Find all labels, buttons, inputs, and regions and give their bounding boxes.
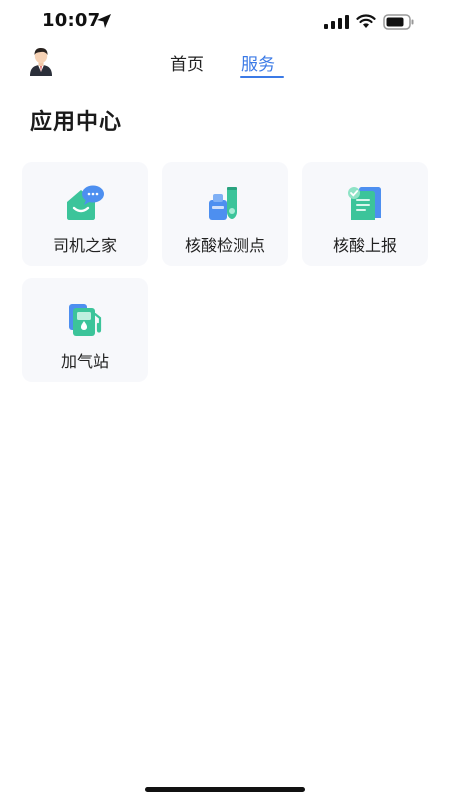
app-label: 司机之家	[52, 236, 117, 255]
app-label: 核酸检测点	[184, 236, 265, 255]
location-arrow-icon	[97, 14, 111, 28]
app-card-driver-home[interactable]: 司机之家	[22, 162, 148, 266]
driver-home-icon	[67, 185, 104, 220]
home-indicator[interactable]	[145, 787, 305, 792]
report-pass-icon	[348, 187, 381, 220]
app-card-test-report[interactable]: 核酸上报	[302, 162, 428, 266]
tab-home[interactable]: 首页	[170, 50, 204, 75]
person-avatar-icon[interactable]	[27, 46, 55, 76]
status-time: 10:07	[42, 10, 101, 31]
app-label: 加气站	[60, 352, 109, 371]
wifi-icon	[356, 14, 376, 28]
status-bar: 10:07	[0, 0, 450, 44]
gas-station-icon	[69, 304, 102, 336]
tab-service[interactable]: 服务	[241, 50, 275, 75]
screen: 10:07 首页 服务 应用中心 司机之家 核酸检测点 核酸上报 加气站	[0, 0, 450, 800]
battery-icon	[383, 14, 414, 30]
app-card-test-site[interactable]: 核酸检测点	[162, 162, 288, 266]
section-title: 应用中心	[30, 110, 123, 135]
signal-icon	[324, 15, 349, 29]
header: 首页 服务	[0, 44, 450, 84]
active-tab-indicator	[240, 76, 284, 78]
app-card-gas-station[interactable]: 加气站	[22, 278, 148, 382]
app-label: 核酸上报	[332, 236, 397, 255]
test-lab-icon	[209, 187, 237, 220]
